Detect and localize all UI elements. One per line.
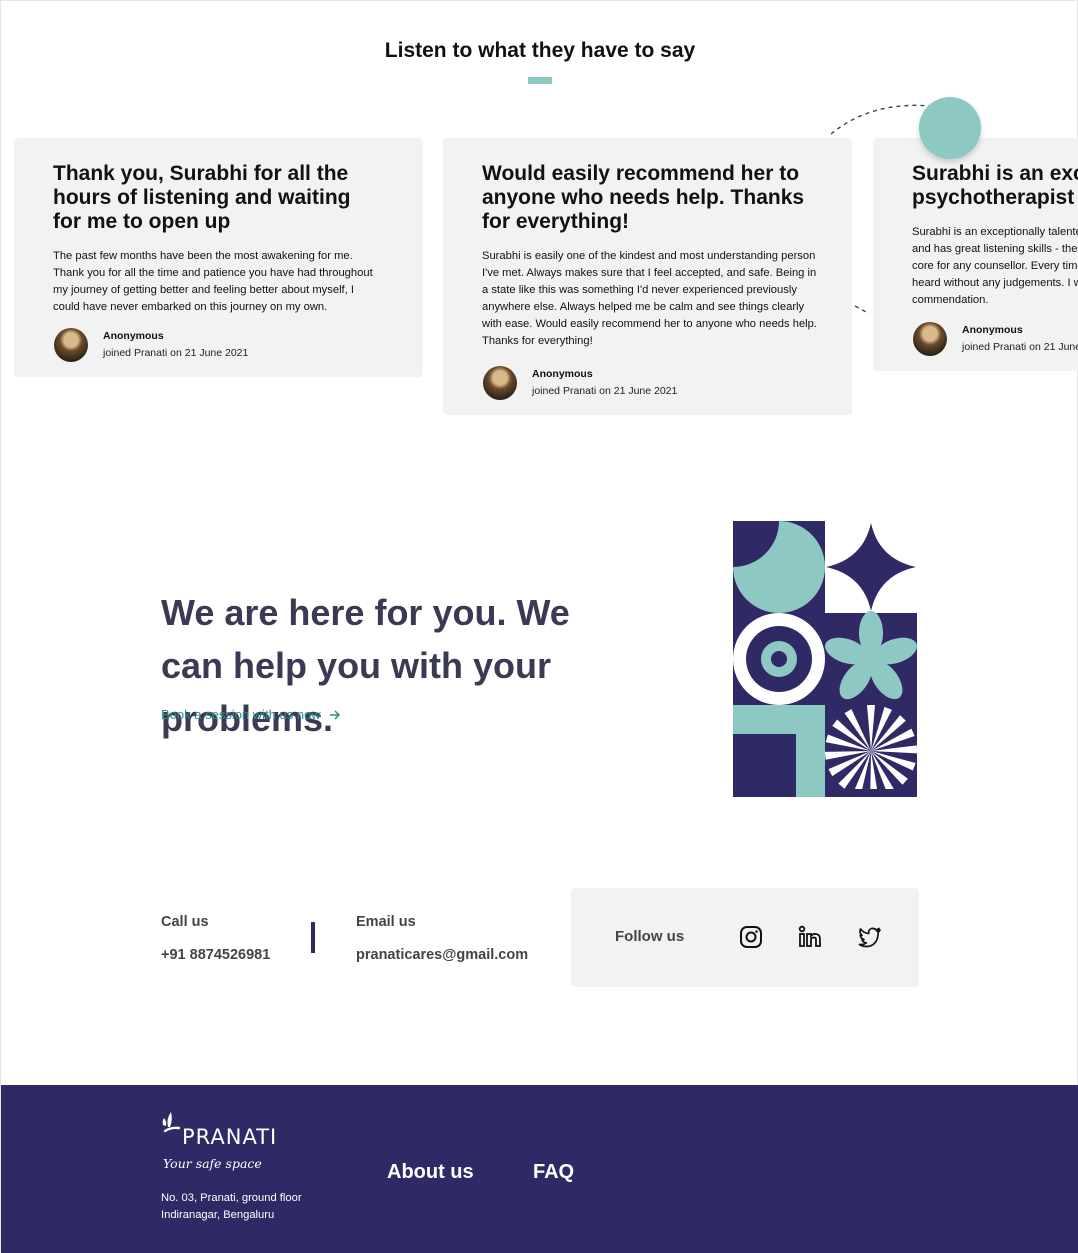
testimonial-heading: Surabhi is an excep psychotherapist bbox=[912, 162, 1078, 209]
testimonial-heading: Would easily recommend her to anyone who… bbox=[482, 162, 805, 233]
testimonials-title: Listen to what they have to say bbox=[384, 39, 696, 62]
testimonial-joined: joined Pranati on 21 June bbox=[962, 341, 1078, 353]
testimonial-card: Surabhi is an excep psychotherapist Sura… bbox=[873, 138, 1078, 371]
testimonial-body: The past few months have been the most a… bbox=[53, 250, 373, 313]
testimonial-card: Would easily recommend her to anyone who… bbox=[443, 138, 852, 415]
testimonial-author: Anonymous bbox=[962, 324, 1023, 336]
decorative-circle bbox=[919, 97, 981, 159]
avatar bbox=[54, 328, 88, 362]
twitter-icon[interactable] bbox=[857, 924, 883, 950]
linkedin-icon[interactable] bbox=[797, 924, 823, 950]
book-session-label: Book a session with us now bbox=[161, 707, 321, 722]
testimonial-card: Thank you, Surabhi for all the hours of … bbox=[14, 138, 423, 377]
testimonial-author: Anonymous bbox=[103, 330, 164, 342]
testimonial-body: Surabhi is easily one of the kindest and… bbox=[482, 250, 817, 347]
address-line-1: No. 03, Pranati, ground floor bbox=[161, 1192, 302, 1204]
email-label: Email us bbox=[356, 914, 416, 930]
footer-link-about[interactable]: About us bbox=[387, 1161, 474, 1184]
follow-us-label: Follow us bbox=[615, 928, 685, 945]
footer-logo[interactable]: PRANATI bbox=[182, 1125, 277, 1149]
book-session-link[interactable]: Book a session with us now bbox=[161, 707, 341, 722]
instagram-icon[interactable] bbox=[738, 924, 764, 950]
hero-illustration bbox=[733, 521, 917, 797]
testimonial-joined: joined Pranati on 21 June 2021 bbox=[532, 385, 678, 397]
testimonial-body: Surabhi is an exceptionally talente and … bbox=[912, 226, 1078, 306]
testimonial-joined: joined Pranati on 21 June 2021 bbox=[103, 347, 249, 359]
call-label: Call us bbox=[161, 914, 209, 930]
avatar bbox=[913, 322, 947, 356]
arrow-right-icon bbox=[329, 709, 340, 720]
footer-address: No. 03, Pranati, ground floor Indiranaga… bbox=[161, 1190, 302, 1224]
title-underline bbox=[528, 77, 552, 84]
phone-number[interactable]: +91 8874526981 bbox=[161, 947, 270, 963]
avatar bbox=[483, 366, 517, 400]
contact-divider bbox=[311, 922, 315, 953]
footer-link-faq[interactable]: FAQ bbox=[533, 1161, 574, 1184]
email-address[interactable]: pranaticares@gmail.com bbox=[356, 947, 528, 963]
footer-tagline: Your safe space bbox=[163, 1156, 262, 1171]
address-line-2: Indiranagar, Bengaluru bbox=[161, 1209, 275, 1221]
testimonial-heading: Thank you, Surabhi for all the hours of … bbox=[53, 162, 351, 233]
testimonial-author: Anonymous bbox=[532, 368, 593, 380]
